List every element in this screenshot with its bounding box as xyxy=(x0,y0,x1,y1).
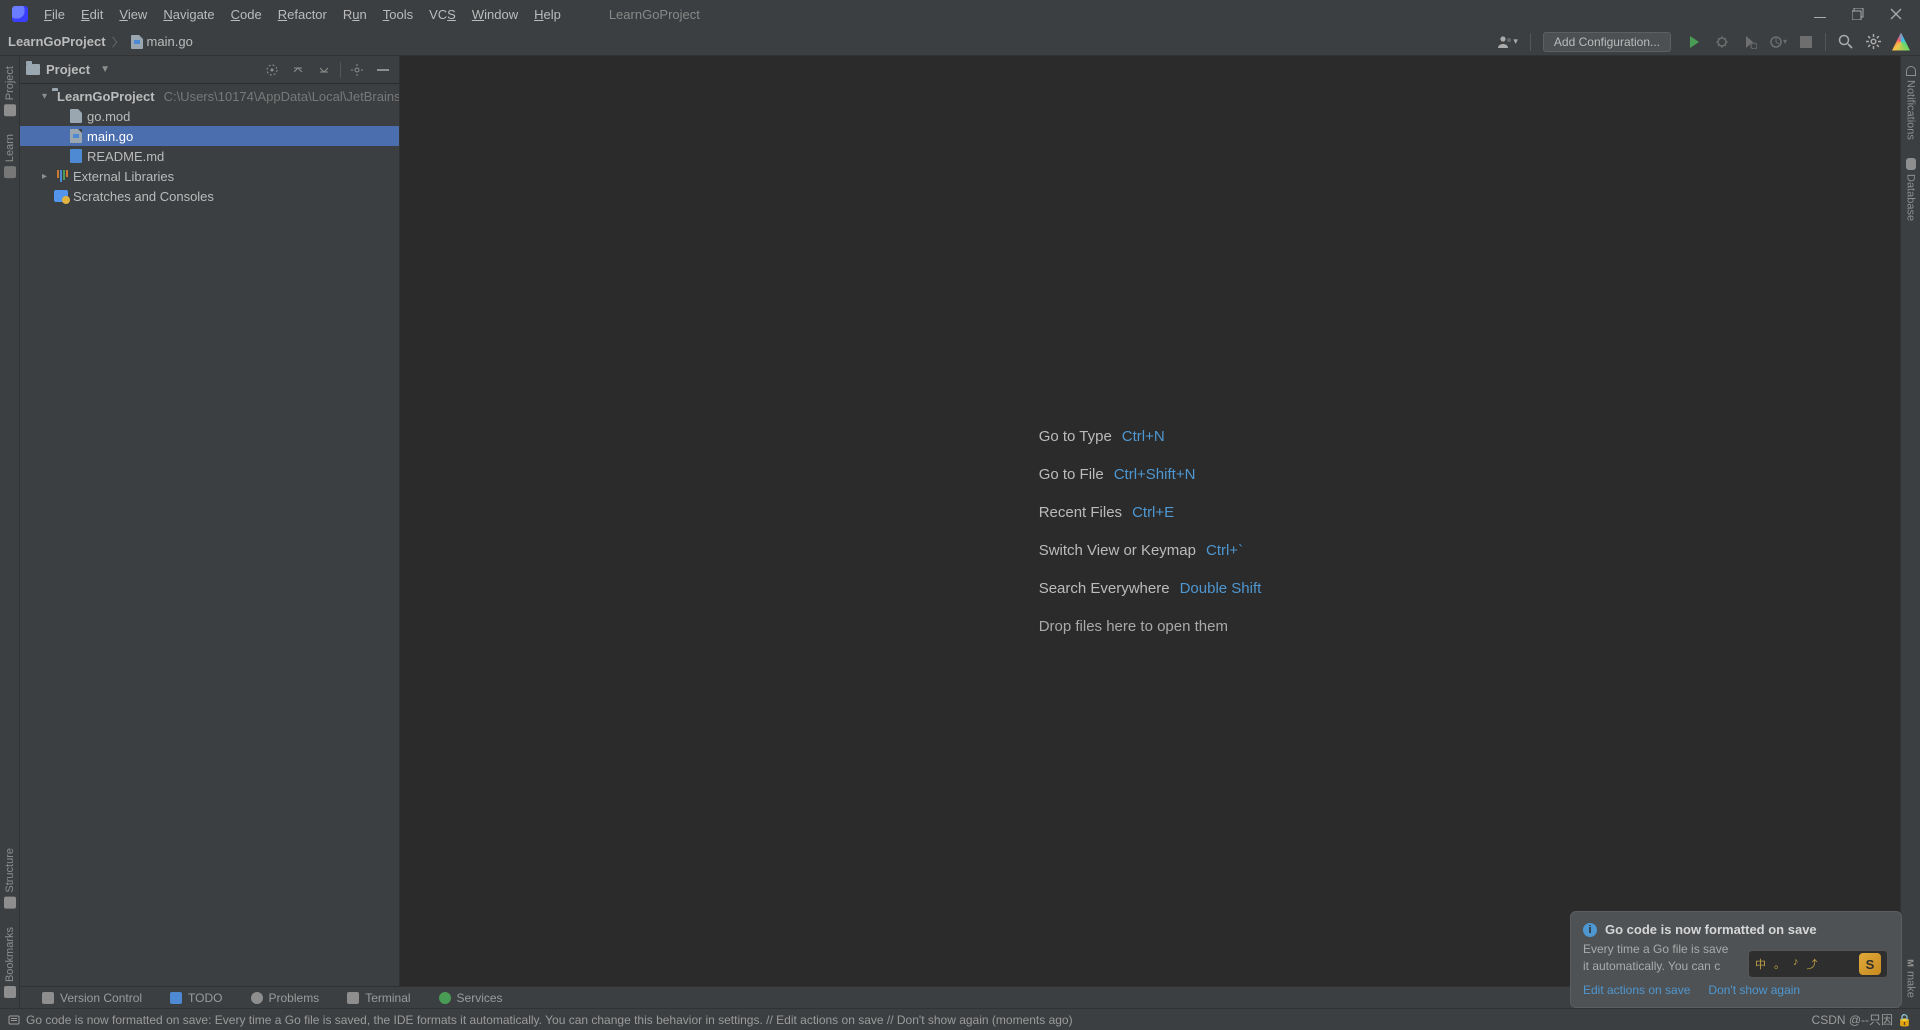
stripe-make[interactable]: мmake xyxy=(1905,959,1917,998)
book-icon xyxy=(4,166,16,178)
tree-project-root[interactable]: ▾ LearnGoProject C:\Users\10174\AppData\… xyxy=(20,86,399,106)
menu-edit[interactable]: Edit xyxy=(73,3,111,26)
ime-mode-glyphs: 中 。 ♪ ⤴ xyxy=(1755,956,1818,972)
watermark: CSDN @--只因 xyxy=(1812,1011,1894,1028)
status-message[interactable]: Go code is now formatted on save: Every … xyxy=(26,1013,1073,1027)
menu-window[interactable]: Window xyxy=(464,3,526,26)
play-icon xyxy=(439,992,451,1004)
menu-help[interactable]: Help xyxy=(526,3,569,26)
add-configuration-button[interactable]: Add Configuration... xyxy=(1543,32,1671,52)
menu-navigate[interactable]: Navigate xyxy=(155,3,222,26)
expand-all-button[interactable] xyxy=(288,60,308,80)
stripe-structure[interactable]: Structure xyxy=(4,848,16,909)
bookmark-icon xyxy=(4,986,16,998)
menu-code[interactable]: Code xyxy=(223,3,270,26)
select-open-file-button[interactable] xyxy=(262,60,282,80)
lock-icon[interactable]: 🔒 xyxy=(1897,1013,1912,1027)
window-title: LearnGoProject xyxy=(609,7,700,22)
tab-services[interactable]: Services xyxy=(425,987,517,1008)
tree-external-libraries[interactable]: ▸ External Libraries xyxy=(20,166,399,186)
scratches-icon xyxy=(54,190,68,202)
terminal-icon xyxy=(347,992,359,1004)
menu-file[interactable]: File xyxy=(36,3,73,26)
menu-vcs[interactable]: VCS xyxy=(421,3,464,26)
status-bar: Go code is now formatted on save: Every … xyxy=(0,1008,1920,1030)
breadcrumb: LearnGoProject 〉 main.go xyxy=(8,32,193,51)
go-file-icon xyxy=(70,129,82,143)
coverage-button[interactable] xyxy=(1739,31,1761,53)
tree-file-go-mod[interactable]: go.mod xyxy=(20,106,399,126)
minimize-button[interactable] xyxy=(1810,4,1830,24)
stop-button[interactable] xyxy=(1795,31,1817,53)
stripe-bookmarks[interactable]: Bookmarks xyxy=(4,927,16,998)
title-bar: File Edit View Navigate Code Refactor Ru… xyxy=(0,0,1920,28)
profile-button[interactable]: ▾ xyxy=(1767,31,1789,53)
navigation-bar: LearnGoProject 〉 main.go ▾ Add Configura… xyxy=(0,28,1920,56)
debug-button[interactable] xyxy=(1711,31,1733,53)
menu-tools[interactable]: Tools xyxy=(375,3,421,26)
project-tool-title[interactable]: Project xyxy=(46,62,90,77)
tree-file-readme[interactable]: README.md xyxy=(20,146,399,166)
markdown-file-icon xyxy=(70,149,82,163)
warn-icon xyxy=(251,992,263,1004)
file-icon xyxy=(70,109,82,123)
settings-button[interactable] xyxy=(1862,31,1884,53)
maximize-button[interactable] xyxy=(1848,4,1868,24)
notification-link-dismiss[interactable]: Don't show again xyxy=(1708,983,1800,997)
triangle-icon xyxy=(1892,33,1910,51)
breadcrumb-project[interactable]: LearnGoProject xyxy=(8,34,106,49)
drop-hint: Drop files here to open them xyxy=(1039,608,1228,646)
menu-refactor[interactable]: Refactor xyxy=(270,3,335,26)
main-menu: File Edit View Navigate Code Refactor Ru… xyxy=(36,3,569,26)
editor-navigation-hints: Go to TypeCtrl+N Go to FileCtrl+Shift+N … xyxy=(1039,418,1262,646)
tab-todo[interactable]: TODO xyxy=(156,987,236,1008)
project-tool-header: Project ▼ xyxy=(20,56,399,84)
chevron-right-icon: 〉 xyxy=(111,33,125,50)
options-button[interactable] xyxy=(347,60,367,80)
libraries-icon xyxy=(57,170,68,182)
stripe-project[interactable]: Project xyxy=(4,66,16,116)
notification-link-edit[interactable]: Edit actions on save xyxy=(1583,983,1690,997)
ime-logo-icon: S xyxy=(1859,953,1881,975)
app-icon xyxy=(12,6,28,22)
chevron-down-icon[interactable]: ▾ xyxy=(42,91,47,102)
tab-version-control[interactable]: Version Control xyxy=(28,987,156,1008)
right-tool-stripe: Notifications Database мmake xyxy=(1900,56,1920,1008)
project-tool-window: Project ▼ ▾ LearnGoProject C:\Users\1017… xyxy=(20,56,400,1008)
tab-terminal[interactable]: Terminal xyxy=(333,987,424,1008)
run-button[interactable] xyxy=(1683,31,1705,53)
go-file-icon xyxy=(131,35,143,49)
editor-area[interactable]: Go to TypeCtrl+N Go to FileCtrl+Shift+N … xyxy=(400,56,1900,1008)
aws-toolkit-button[interactable] xyxy=(1890,31,1912,53)
menu-view[interactable]: View xyxy=(111,3,155,26)
info-icon: i xyxy=(1583,923,1597,937)
breadcrumb-file[interactable]: main.go xyxy=(131,34,193,49)
status-icon xyxy=(8,1014,20,1026)
structure-icon xyxy=(4,897,16,909)
folder-icon xyxy=(26,64,40,75)
hide-button[interactable] xyxy=(373,60,393,80)
bell-icon xyxy=(1906,66,1916,76)
notification-title: Go code is now formatted on save xyxy=(1605,922,1817,937)
close-button[interactable] xyxy=(1886,4,1906,24)
left-tool-stripe: Project Learn Structure Bookmarks xyxy=(0,56,20,1008)
folder-icon xyxy=(4,104,16,116)
database-icon xyxy=(1906,158,1916,170)
chevron-right-icon[interactable]: ▸ xyxy=(42,171,52,182)
stripe-database[interactable]: Database xyxy=(1905,158,1917,221)
list-icon xyxy=(170,992,182,1004)
collapse-all-button[interactable] xyxy=(314,60,334,80)
tree-file-main-go[interactable]: main.go xyxy=(20,126,399,146)
stripe-notifications[interactable]: Notifications xyxy=(1905,66,1917,140)
tree-scratches[interactable]: Scratches and Consoles xyxy=(20,186,399,206)
search-everywhere-button[interactable] xyxy=(1834,31,1856,53)
chevron-down-icon[interactable]: ▼ xyxy=(100,64,110,75)
menu-run[interactable]: Run xyxy=(335,3,375,26)
tab-problems[interactable]: Problems xyxy=(237,987,334,1008)
project-tree: ▾ LearnGoProject C:\Users\10174\AppData\… xyxy=(20,84,399,208)
stripe-learn[interactable]: Learn xyxy=(4,134,16,178)
ime-indicator[interactable]: 中 。 ♪ ⤴ S xyxy=(1748,950,1888,978)
branch-icon xyxy=(42,992,54,1004)
code-with-me-button[interactable]: ▾ xyxy=(1493,32,1522,52)
